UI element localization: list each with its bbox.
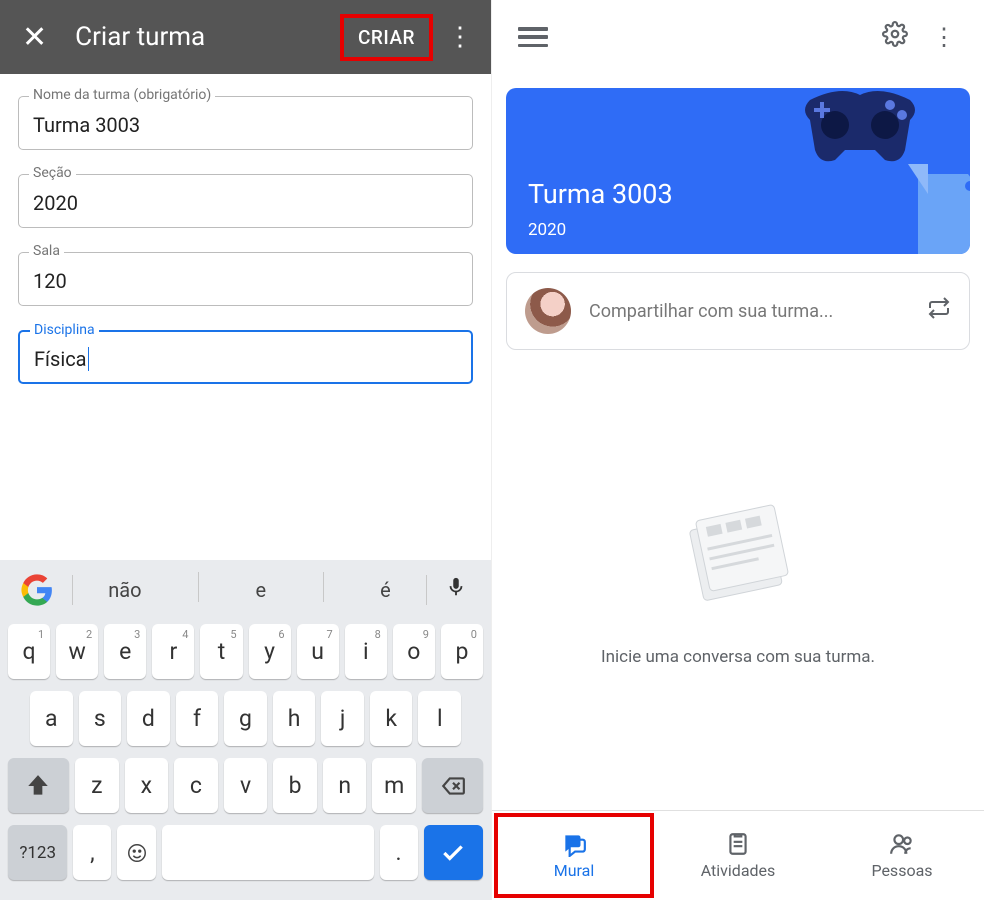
key-y[interactable]: y6: [249, 624, 291, 679]
key-w[interactable]: w2: [56, 624, 98, 679]
suggestion-bar: não e é: [0, 560, 491, 620]
key-o[interactable]: o9: [393, 624, 435, 679]
avatar: [525, 288, 571, 334]
phone-right-class-stream: ⋮ Turma 3003 2020 Compartilhar com sua t…: [492, 0, 984, 900]
more-icon[interactable]: ⋮: [439, 22, 481, 52]
repost-icon[interactable]: [927, 296, 951, 326]
gear-icon[interactable]: [870, 21, 920, 53]
text-cursor: [88, 347, 90, 371]
field-secao-label: Seção: [29, 165, 76, 181]
google-icon[interactable]: [20, 573, 54, 607]
phone-left-create-class: ✕ Criar turma CRIAR ⋮ Nome da turma (obr…: [0, 0, 492, 900]
key-i[interactable]: i8: [345, 624, 387, 679]
empty-state: Inicie uma conversa com sua turma.: [492, 350, 984, 810]
field-disciplina-label: Disciplina: [30, 322, 99, 338]
suggestion-2[interactable]: é: [366, 572, 405, 608]
close-icon[interactable]: ✕: [10, 14, 59, 61]
field-sala-value: 120: [33, 269, 67, 293]
topbar: ⋮: [492, 0, 984, 74]
key-k[interactable]: k: [370, 691, 413, 746]
key-e[interactable]: e3: [104, 624, 146, 679]
field-sala-label: Sala: [29, 243, 64, 259]
key-a[interactable]: a: [30, 691, 73, 746]
mic-icon[interactable]: [445, 576, 467, 604]
key-row-4: ?123 , .: [5, 825, 486, 880]
key-rows: q1w2e3r4t5y6u7i8o9p0 asdfghjkl zxcvbnm ?…: [0, 620, 491, 900]
key-row-3: zxcvbnm: [5, 758, 486, 813]
key-d[interactable]: d: [127, 691, 170, 746]
keyboard: não e é q1w2e3r4t5y6u7i8o9p0 asdfghjkl z…: [0, 560, 491, 900]
key-v[interactable]: v: [224, 758, 268, 813]
field-nome-label: Nome da turma (obrigatório): [29, 87, 215, 103]
tag-illustration: [898, 164, 970, 254]
key-g[interactable]: g: [224, 691, 267, 746]
field-disciplina[interactable]: Disciplina Física: [18, 330, 473, 384]
key-l[interactable]: l: [418, 691, 461, 746]
tab-pessoas[interactable]: Pessoas: [820, 811, 984, 900]
suggestion-0[interactable]: não: [94, 572, 155, 608]
suggestions: não e é: [73, 572, 426, 608]
key-f[interactable]: f: [176, 691, 219, 746]
space-key[interactable]: [162, 825, 374, 880]
key-row-2: asdfghjkl: [5, 691, 486, 746]
divider: [426, 575, 427, 605]
key-z[interactable]: z: [75, 758, 119, 813]
empty-illustration: [658, 493, 818, 623]
share-card[interactable]: Compartilhar com sua turma...: [506, 272, 970, 350]
tab-pessoas-label: Pessoas: [871, 861, 932, 880]
field-secao-value: 2020: [33, 191, 78, 215]
divider: [198, 572, 199, 602]
topbar: ✕ Criar turma CRIAR ⋮: [0, 0, 491, 74]
key-n[interactable]: n: [323, 758, 367, 813]
assignment-icon: [725, 831, 751, 857]
form-area: Nome da turma (obrigatório) Turma 3003 S…: [0, 74, 491, 418]
enter-key[interactable]: [424, 825, 483, 880]
tab-atividades-label: Atividades: [701, 861, 776, 880]
key-h[interactable]: h: [273, 691, 316, 746]
comma-key[interactable]: ,: [73, 825, 111, 880]
banner-title: Turma 3003: [528, 178, 673, 210]
key-t[interactable]: t5: [200, 624, 242, 679]
bottom-tabs: Mural Atividades Pessoas: [492, 810, 984, 900]
period-key[interactable]: .: [380, 825, 418, 880]
banner-section: 2020: [528, 220, 566, 240]
chat-icon: [561, 831, 587, 857]
field-disciplina-value: Física: [34, 347, 87, 371]
tab-atividades[interactable]: Atividades: [656, 811, 820, 900]
field-sala[interactable]: Sala 120: [18, 252, 473, 306]
key-u[interactable]: u7: [297, 624, 339, 679]
people-icon: [889, 831, 915, 857]
more-icon[interactable]: ⋮: [920, 23, 968, 51]
share-placeholder: Compartilhar com sua turma...: [589, 301, 927, 322]
class-banner[interactable]: Turma 3003 2020: [506, 88, 970, 254]
key-j[interactable]: j: [321, 691, 364, 746]
key-row-1: q1w2e3r4t5y6u7i8o9p0: [5, 624, 486, 679]
key-s[interactable]: s: [79, 691, 122, 746]
key-r[interactable]: r4: [152, 624, 194, 679]
tab-mural-label: Mural: [554, 861, 595, 880]
key-c[interactable]: c: [174, 758, 218, 813]
key-x[interactable]: x: [125, 758, 169, 813]
topbar-title: Criar turma: [75, 22, 340, 52]
create-button-label: CRIAR: [358, 26, 415, 49]
menu-icon[interactable]: [518, 27, 548, 47]
key-p[interactable]: p0: [441, 624, 483, 679]
suggestion-1[interactable]: e: [242, 572, 281, 608]
tab-mural[interactable]: Mural: [492, 811, 656, 900]
empty-message: Inicie uma conversa com sua turma.: [601, 647, 875, 667]
field-nome-value: Turma 3003: [33, 113, 140, 137]
field-nome[interactable]: Nome da turma (obrigatório) Turma 3003: [18, 96, 473, 150]
key-m[interactable]: m: [372, 758, 416, 813]
divider: [323, 572, 324, 602]
field-secao[interactable]: Seção 2020: [18, 174, 473, 228]
symbols-key[interactable]: ?123: [8, 825, 67, 880]
shift-key[interactable]: [8, 758, 69, 813]
emoji-key[interactable]: [117, 825, 155, 880]
create-button[interactable]: CRIAR: [340, 14, 433, 61]
backspace-key[interactable]: [422, 758, 483, 813]
key-b[interactable]: b: [273, 758, 317, 813]
key-q[interactable]: q1: [8, 624, 50, 679]
